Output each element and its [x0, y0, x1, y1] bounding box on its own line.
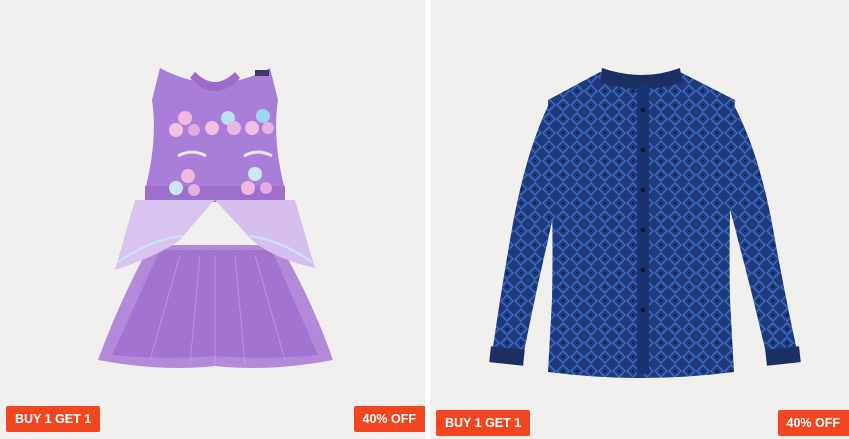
- product-card[interactable]: BUY 1 GET 1 40% OFF: [0, 0, 425, 439]
- product-image-shirt[interactable]: [430, 0, 849, 439]
- discount-badge: 40% OFF: [777, 410, 849, 436]
- product-card[interactable]: BUY 1 GET 1 40% OFF: [430, 0, 849, 439]
- product-image-dress[interactable]: [0, 0, 425, 439]
- discount-badge: 40% OFF: [353, 406, 425, 432]
- offer-badge: BUY 1 GET 1: [6, 406, 101, 432]
- offer-badge: BUY 1 GET 1: [436, 410, 531, 436]
